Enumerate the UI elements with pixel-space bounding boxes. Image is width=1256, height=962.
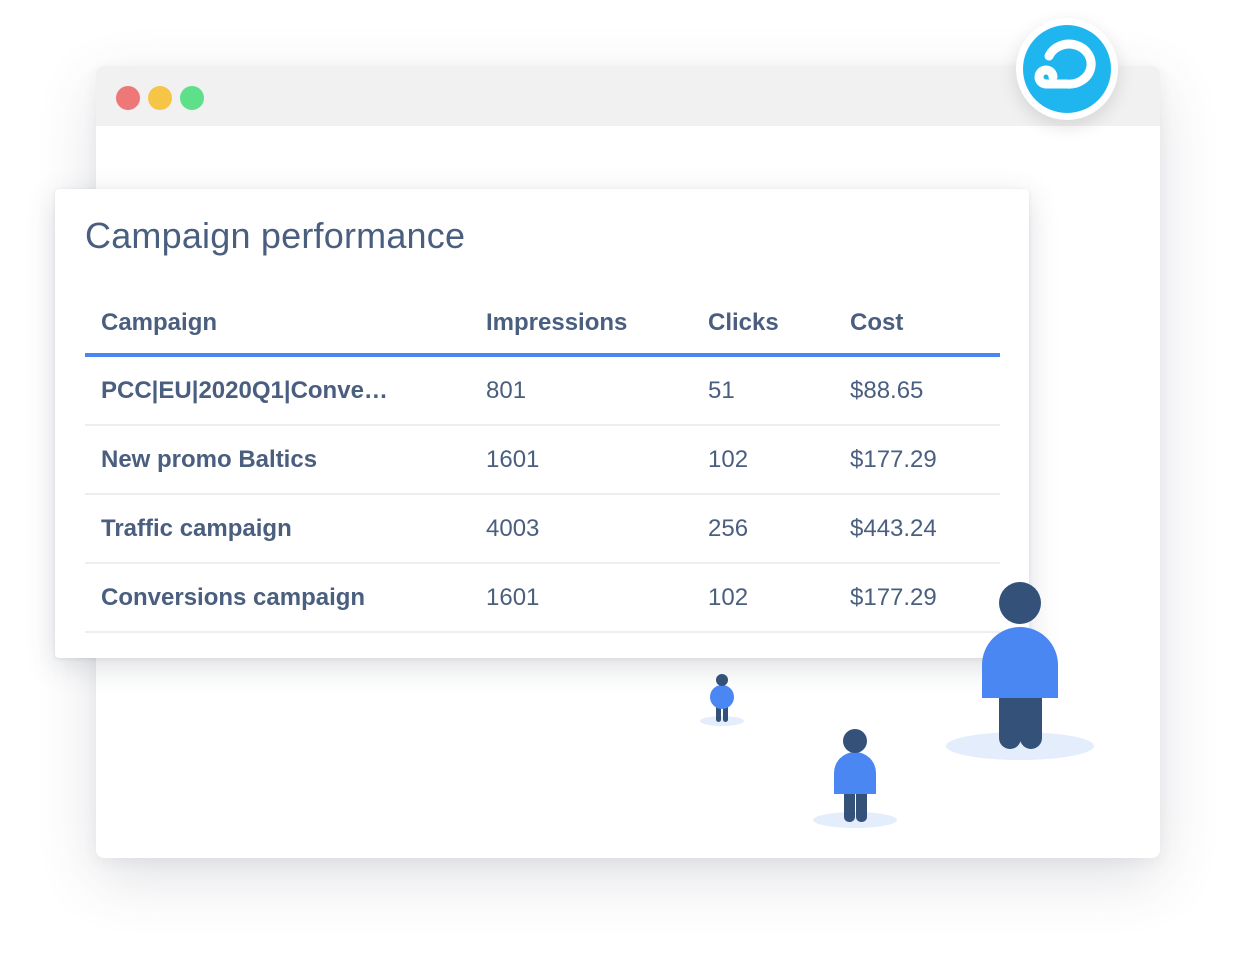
maximize-window-button[interactable] xyxy=(180,86,204,110)
stage: Campaign performance Campaign Impression… xyxy=(0,0,1256,962)
impressions-cell: 1601 xyxy=(470,425,692,495)
window-titlebar xyxy=(96,66,1160,126)
cost-cell: $443.24 xyxy=(834,494,1000,564)
impressions-cell: 4003 xyxy=(470,494,692,564)
person-icon xyxy=(813,729,897,828)
table-row[interactable]: PCC|EU|2020Q1|Conve… 801 51 $88.65 xyxy=(85,355,1000,426)
minimize-window-button[interactable] xyxy=(148,86,172,110)
table-row[interactable]: New promo Baltics 1601 102 $177.29 xyxy=(85,425,1000,495)
campaign-name-cell: Conversions campaign xyxy=(85,563,470,633)
person-icon xyxy=(946,582,1094,760)
table-row[interactable]: Traffic campaign 4003 256 $443.24 xyxy=(85,494,1000,564)
person-icon xyxy=(700,674,744,726)
table-header-row: Campaign Impressions Clicks Cost xyxy=(85,293,1000,357)
close-window-button[interactable] xyxy=(116,86,140,110)
column-header-clicks[interactable]: Clicks xyxy=(692,293,834,357)
impressions-cell: 1601 xyxy=(470,563,692,633)
clicks-cell: 51 xyxy=(692,355,834,426)
clicks-cell: 102 xyxy=(692,425,834,495)
brand-logo-icon xyxy=(1016,18,1118,120)
impressions-cell: 801 xyxy=(470,355,692,426)
people-illustration xyxy=(700,582,1094,828)
column-header-impressions[interactable]: Impressions xyxy=(470,293,692,357)
column-header-cost[interactable]: Cost xyxy=(834,293,1000,357)
cost-cell: $177.29 xyxy=(834,425,1000,495)
campaign-name-cell: Traffic campaign xyxy=(85,494,470,564)
campaign-name-cell: New promo Baltics xyxy=(85,425,470,495)
column-header-campaign[interactable]: Campaign xyxy=(85,293,470,357)
clicks-cell: 256 xyxy=(692,494,834,564)
cost-cell: $88.65 xyxy=(834,355,1000,426)
card-title: Campaign performance xyxy=(85,215,466,256)
campaign-name-cell: PCC|EU|2020Q1|Conve… xyxy=(85,355,470,426)
